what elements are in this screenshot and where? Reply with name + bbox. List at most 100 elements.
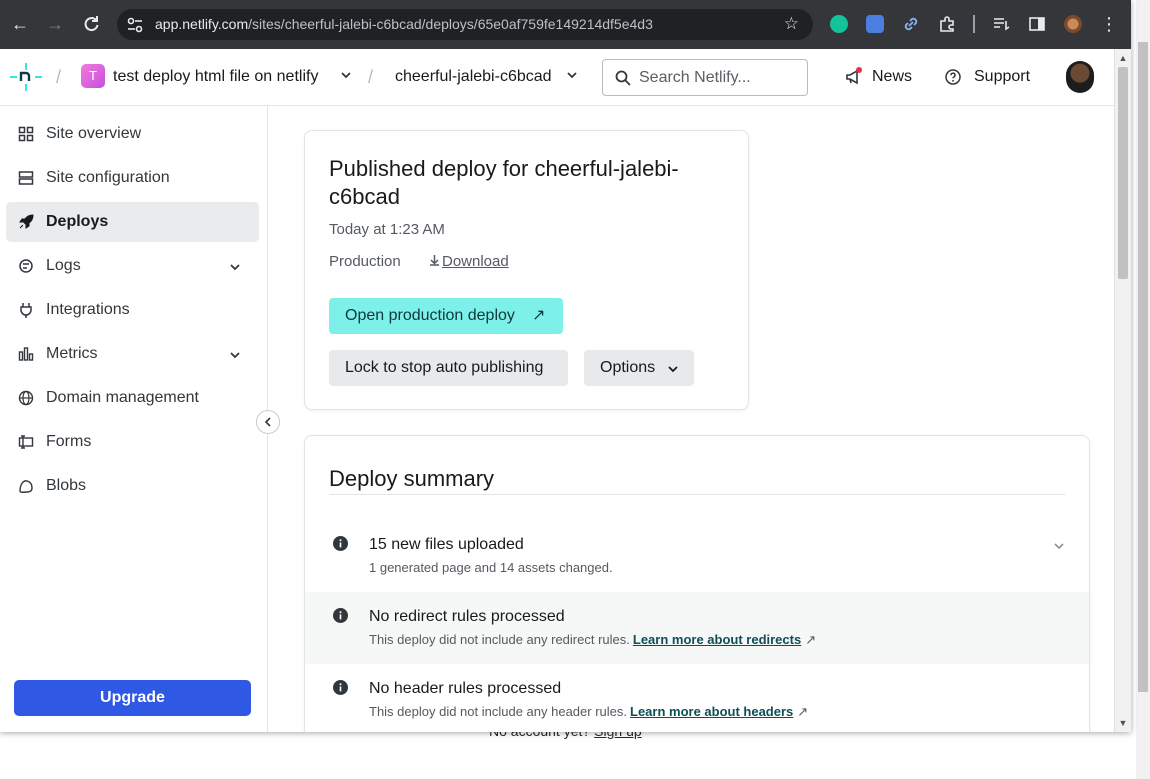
reload-icon[interactable] bbox=[80, 13, 102, 35]
support-link[interactable]: Support bbox=[974, 68, 1030, 86]
forward-icon[interactable]: → bbox=[44, 13, 66, 35]
blob-icon bbox=[19, 480, 33, 493]
deploy-time: Today at 1:23 AM bbox=[329, 221, 445, 238]
summary-row-redirects: No redirect rules processed This deploy … bbox=[305, 592, 1089, 664]
browser-toolbar: ← → app.netlify.com/sites/cheerful-jaleb… bbox=[0, 0, 1131, 49]
deploy-title: Published deploy for cheerful-jalebi-c6b… bbox=[329, 156, 679, 209]
user-avatar[interactable] bbox=[1066, 61, 1094, 93]
translate-icon[interactable] bbox=[866, 15, 884, 33]
summary-heading: No redirect rules processed bbox=[369, 608, 565, 625]
published-deploy-card: Published deploy for cheerful-jalebi-c6b… bbox=[304, 130, 749, 410]
sidebar-item-label: Blobs bbox=[46, 477, 87, 494]
chevron-down-icon[interactable] bbox=[229, 261, 241, 273]
logs-icon bbox=[19, 259, 33, 273]
link-extension-icon[interactable] bbox=[902, 15, 920, 33]
summary-detail-line: This deploy did not include any header r… bbox=[369, 704, 808, 720]
search-input[interactable]: Search Netlify... bbox=[602, 59, 808, 96]
sidebar-item-integrations[interactable]: Integrations bbox=[6, 290, 259, 330]
team-avatar: T bbox=[81, 64, 105, 88]
profile-avatar[interactable] bbox=[1064, 15, 1082, 33]
outer-scrollbar-thumb[interactable] bbox=[1138, 42, 1148, 692]
bar-chart-icon bbox=[18, 347, 34, 361]
sidebar: Site overview Site configuration Deploys… bbox=[0, 106, 268, 732]
sidebar-item-label: Domain management bbox=[46, 389, 199, 406]
back-icon[interactable]: ← bbox=[9, 13, 31, 35]
sidebar-item-deploys[interactable]: Deploys bbox=[6, 202, 259, 242]
page-scrollbar[interactable]: ▲ ▼ bbox=[1114, 49, 1131, 732]
form-field-icon bbox=[18, 435, 34, 449]
team-name[interactable]: test deploy html file on netlify bbox=[113, 68, 318, 86]
open-production-deploy-label: Open production deploy bbox=[345, 307, 515, 324]
puzzle-extensions-icon[interactable] bbox=[938, 15, 956, 33]
help-circle-icon[interactable] bbox=[945, 69, 961, 85]
info-icon bbox=[333, 680, 348, 695]
grid-icon bbox=[18, 126, 34, 142]
site-settings-icon[interactable] bbox=[126, 16, 144, 34]
divider bbox=[329, 494, 1065, 495]
scroll-up-arrow-icon[interactable]: ▲ bbox=[1118, 53, 1128, 63]
plug-icon bbox=[20, 303, 32, 318]
sidebar-item-label: Metrics bbox=[46, 345, 98, 362]
download-link[interactable]: Download bbox=[429, 253, 509, 270]
sidebar-item-blobs[interactable]: Blobs bbox=[6, 466, 259, 506]
app-header: / T test deploy html file on netlify / c… bbox=[0, 49, 1114, 106]
news-link[interactable]: News bbox=[872, 68, 912, 86]
redirects-docs-link[interactable]: Learn more about redirects bbox=[633, 632, 801, 647]
grammarly-icon[interactable] bbox=[830, 15, 848, 33]
summary-detail-line: This deploy did not include any redirect… bbox=[369, 632, 816, 648]
sidebar-item-forms[interactable]: Forms bbox=[6, 422, 259, 462]
external-arrow-icon: ↗ bbox=[532, 307, 546, 324]
toolbar-separator bbox=[973, 15, 975, 33]
summary-heading: 15 new files uploaded bbox=[369, 536, 524, 553]
sidebar-item-label: Site overview bbox=[46, 125, 142, 142]
address-bar[interactable]: app.netlify.com/sites/cheerful-jalebi-c6… bbox=[117, 9, 813, 40]
sidebar-item-logs[interactable]: Logs bbox=[6, 246, 259, 286]
collapse-sidebar-button[interactable] bbox=[256, 410, 280, 434]
url-path: /sites/cheerful-jalebi-c6bcad/deploys/65… bbox=[248, 16, 653, 32]
site-name[interactable]: cheerful-jalebi-c6bcad bbox=[395, 68, 552, 86]
reading-list-icon[interactable] bbox=[992, 15, 1010, 33]
external-arrow-icon: ↗ bbox=[797, 704, 809, 719]
summary-row-files[interactable]: 15 new files uploaded 1 generated page a… bbox=[305, 520, 1089, 592]
bookmark-star-icon[interactable]: ☆ bbox=[784, 14, 799, 34]
summary-detail: 1 generated page and 14 assets changed. bbox=[369, 560, 613, 575]
sidebar-item-label: Logs bbox=[46, 257, 81, 274]
sidebar-item-site-configuration[interactable]: Site configuration bbox=[6, 158, 259, 198]
sidebar-item-metrics[interactable]: Metrics bbox=[6, 334, 259, 374]
deploy-summary-title: Deploy summary bbox=[329, 466, 495, 491]
rocket-icon bbox=[19, 214, 34, 229]
chevron-down-icon[interactable] bbox=[229, 349, 241, 361]
info-icon bbox=[333, 608, 348, 623]
chevron-down-icon[interactable] bbox=[1053, 540, 1065, 552]
options-dropdown-button[interactable]: Options bbox=[584, 350, 694, 386]
team-chevron-down-icon[interactable] bbox=[341, 70, 351, 80]
external-arrow-icon: ↗ bbox=[805, 632, 817, 647]
chevron-down-icon bbox=[668, 366, 678, 373]
netlify-logo-icon[interactable] bbox=[10, 63, 42, 91]
scroll-down-arrow-icon[interactable]: ▼ bbox=[1118, 718, 1128, 728]
browser-menu-icon[interactable]: ⋮ bbox=[1098, 13, 1120, 35]
browser-window: ← → app.netlify.com/sites/cheerful-jaleb… bbox=[0, 0, 1131, 732]
sidebar-item-label: Site configuration bbox=[46, 169, 170, 186]
url-text: app.netlify.com/sites/cheerful-jalebi-c6… bbox=[155, 16, 653, 32]
site-chevron-down-icon[interactable] bbox=[567, 70, 577, 80]
headers-docs-link[interactable]: Learn more about headers bbox=[630, 704, 793, 719]
sidebar-item-domain-management[interactable]: Domain management bbox=[6, 378, 259, 418]
options-label: Options bbox=[600, 359, 656, 376]
url-domain: app.netlify.com bbox=[155, 16, 249, 32]
sidebar-item-site-overview[interactable]: Site overview bbox=[6, 114, 259, 154]
breadcrumb-separator: / bbox=[368, 67, 374, 87]
main-content: Published deploy for cheerful-jalebi-c6b… bbox=[268, 106, 1114, 732]
download-label: Download bbox=[442, 253, 509, 270]
upgrade-button[interactable]: Upgrade bbox=[14, 680, 251, 716]
scrollbar-thumb[interactable] bbox=[1118, 67, 1128, 279]
globe-icon bbox=[18, 390, 34, 406]
search-placeholder: Search Netlify... bbox=[639, 69, 751, 86]
megaphone-icon[interactable] bbox=[844, 67, 864, 87]
open-production-deploy-button[interactable]: Open production deploy ↗ bbox=[329, 298, 563, 334]
outer-scrollbar[interactable] bbox=[1136, 0, 1150, 779]
lock-publishing-button[interactable]: Lock to stop auto publishing bbox=[329, 350, 568, 386]
sidebar-item-label: Integrations bbox=[46, 301, 130, 318]
side-panel-icon[interactable] bbox=[1028, 15, 1046, 33]
download-icon bbox=[430, 255, 439, 266]
